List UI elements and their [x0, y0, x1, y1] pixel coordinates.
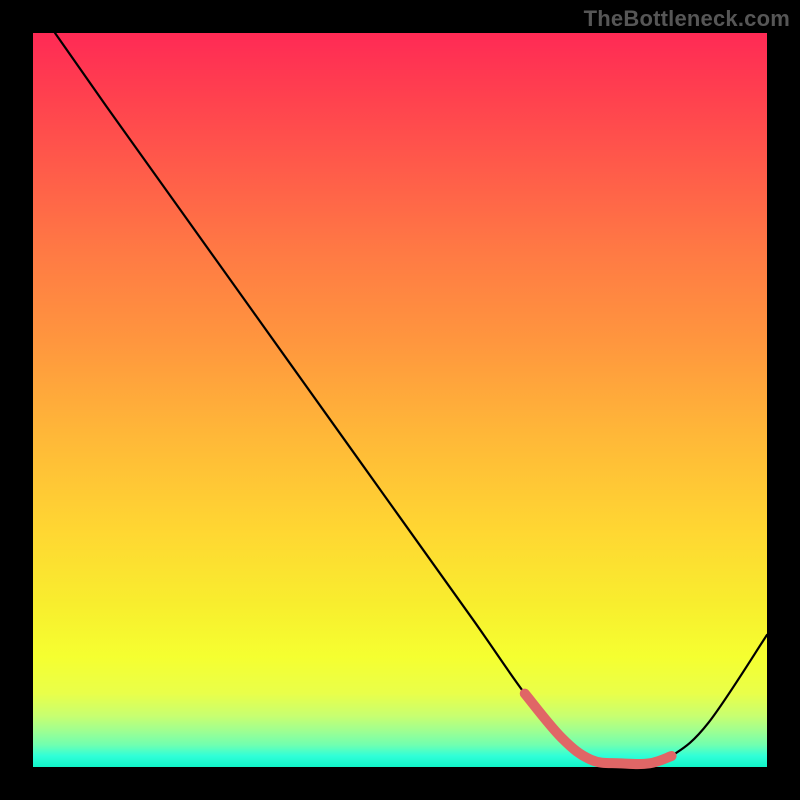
watermark-text: TheBottleneck.com [584, 6, 790, 32]
chart-svg [33, 33, 767, 767]
main-curve [55, 33, 767, 764]
bottleneck-region [525, 694, 672, 764]
chart-plot-area [33, 33, 767, 767]
chart-frame: TheBottleneck.com [0, 0, 800, 800]
